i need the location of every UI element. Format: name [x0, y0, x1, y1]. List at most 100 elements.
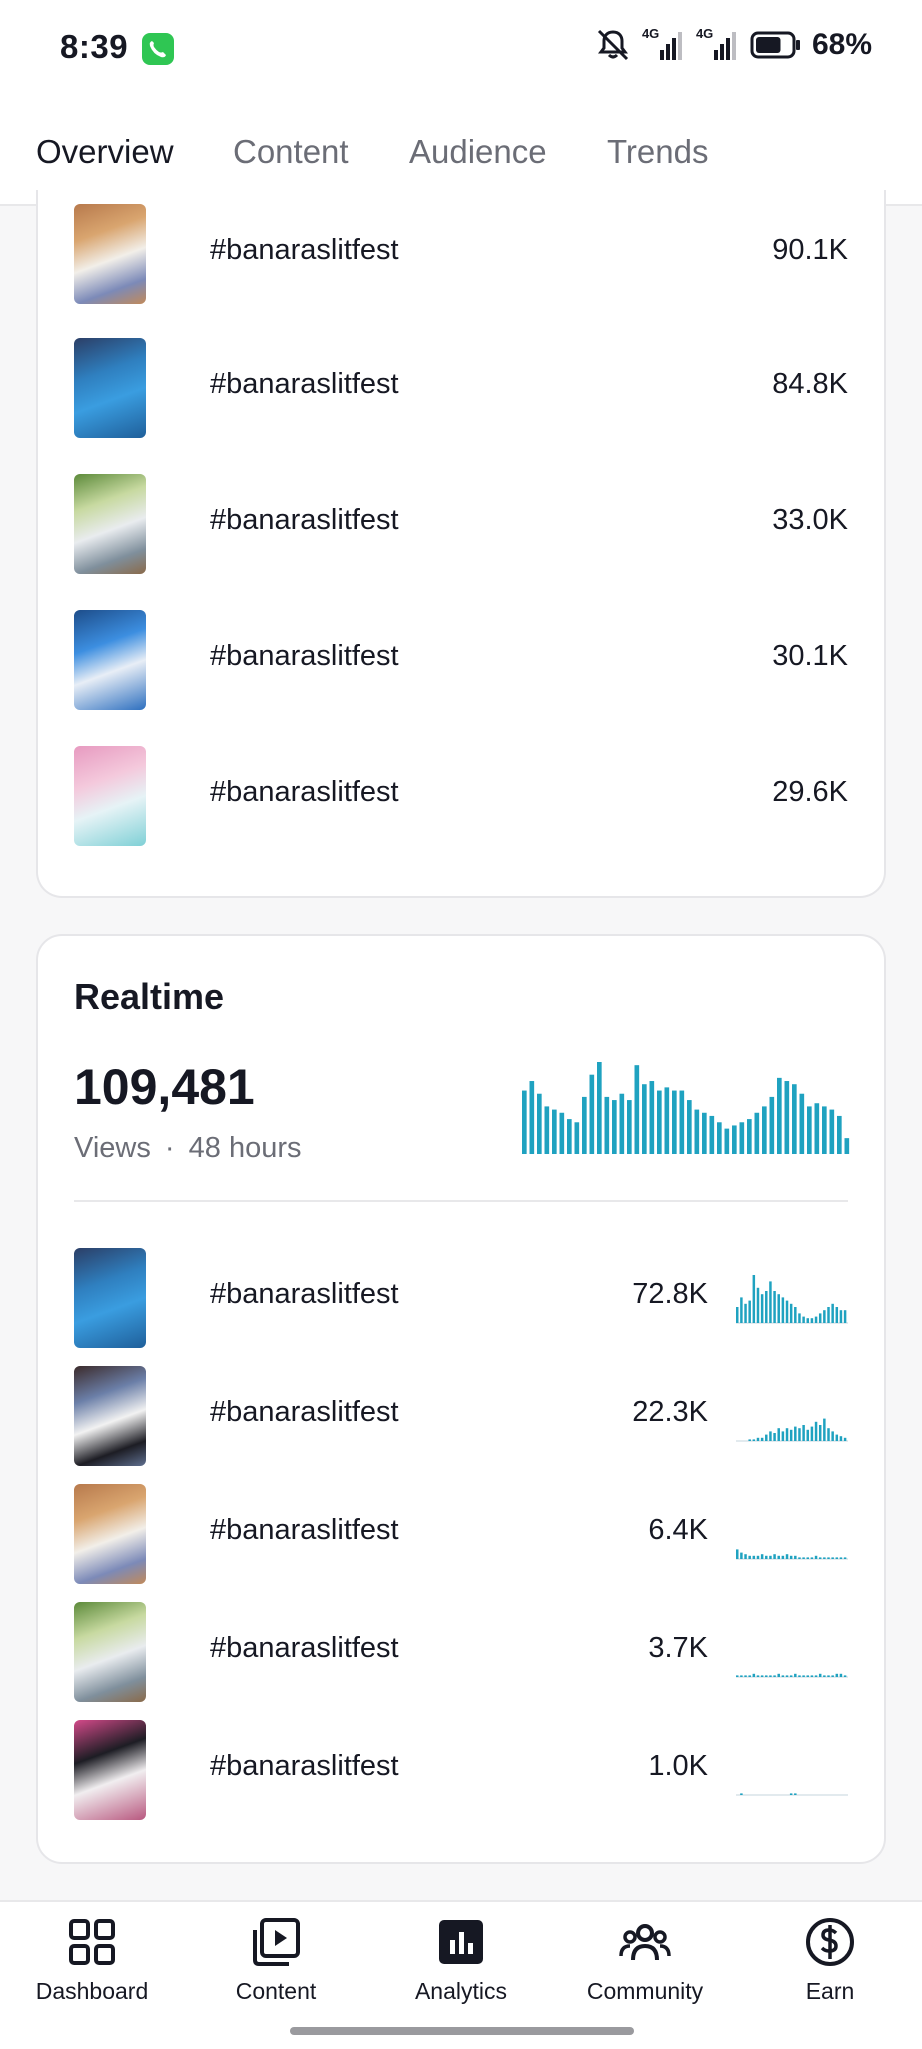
sparkline-bar — [794, 1673, 797, 1677]
tab-audience[interactable]: Audience — [409, 133, 547, 171]
sparkline-bar — [802, 1316, 805, 1323]
tab-trends[interactable]: Trends — [607, 133, 708, 171]
sparkline-bar — [843, 1675, 847, 1677]
sparkline-bar — [802, 1557, 805, 1559]
sparkline-bar — [752, 1555, 756, 1559]
sparkline-bar — [765, 1434, 768, 1441]
sparkline-bar — [839, 1436, 843, 1441]
video-row[interactable]: #banaraslitfest 84.8K — [74, 338, 848, 438]
video-title: #banaraslitfest — [210, 1278, 399, 1310]
sparkline-bar — [773, 1554, 776, 1559]
video-thumbnail — [74, 746, 146, 846]
nav-dashboard[interactable]: Dashboard — [12, 1916, 172, 2005]
silent-bell-icon — [597, 29, 629, 61]
sparkline-bar — [740, 1552, 743, 1559]
video-row[interactable]: #banaraslitfest 90.1K — [74, 204, 848, 304]
sparkline-bar — [744, 1675, 747, 1677]
realtime-video-row[interactable]: #banaraslitfest 22.3K — [74, 1366, 848, 1466]
video-views: 33.0K — [772, 504, 848, 536]
sparkline-bar — [748, 1675, 751, 1677]
sparkline-bar — [806, 1429, 810, 1441]
sparkline-bar — [835, 1557, 839, 1559]
call-icon — [142, 33, 174, 65]
sparkline-bar — [748, 1439, 751, 1441]
sparkline-bar — [769, 1555, 772, 1559]
sparkline-bar — [781, 1555, 785, 1559]
chart-bar — [567, 1119, 572, 1154]
realtime-video-row[interactable]: #banaraslitfest 72.8K — [74, 1248, 848, 1348]
sparkline-bar — [839, 1557, 843, 1559]
tab-overview[interactable]: Overview — [36, 133, 174, 171]
video-title: #banaraslitfest — [210, 1750, 399, 1782]
realtime-video-row[interactable]: #banaraslitfest 1.0K — [74, 1720, 848, 1820]
sparkline-bar — [740, 1793, 743, 1795]
video-sparkline — [736, 1793, 848, 1796]
sparkline-bar — [835, 1673, 839, 1677]
sparkline-bar — [752, 1275, 756, 1323]
sparkline-bar — [789, 1303, 793, 1323]
tab-content[interactable]: Content — [233, 133, 349, 171]
video-views: 30.1K — [772, 640, 848, 672]
chart-bar — [754, 1112, 760, 1154]
sparkline-bar — [765, 1555, 768, 1559]
dashboard-grid-icon — [69, 1919, 115, 1965]
realtime-video-row[interactable]: #banaraslitfest 3.7K — [74, 1602, 848, 1702]
video-views: 3.7K — [648, 1632, 708, 1664]
video-title: #banaraslitfest — [210, 640, 399, 672]
video-row[interactable]: #banaraslitfest 30.1K — [74, 610, 848, 710]
sparkline-bar — [785, 1675, 789, 1677]
chart-bar — [642, 1084, 647, 1154]
home-indicator — [290, 2027, 634, 2035]
realtime-card[interactable]: Realtime 109,481 Views · 48 hours #banar… — [36, 934, 886, 1864]
sparkline-bar — [760, 1294, 764, 1323]
chart-bar — [657, 1090, 662, 1154]
chart-bar — [687, 1100, 692, 1154]
sparkline-bar — [843, 1437, 847, 1441]
realtime-bar-chart — [522, 1062, 850, 1154]
sparkline-bar — [760, 1437, 764, 1441]
sparkline-bar — [831, 1557, 834, 1559]
sparkline-bar — [818, 1425, 822, 1441]
sparkline-bar — [752, 1673, 756, 1677]
sparkline-bar — [831, 1431, 834, 1441]
video-title: #banaraslitfest — [210, 1514, 399, 1546]
chart-bar — [822, 1106, 827, 1154]
sparkline-bar — [740, 1297, 743, 1323]
nav-content[interactable]: Content — [196, 1916, 356, 2005]
chart-bar — [559, 1112, 565, 1154]
realtime-video-row[interactable]: #banaraslitfest 6.4K — [74, 1484, 848, 1584]
nav-earn[interactable]: Earn — [750, 1916, 910, 2005]
chart-bar — [709, 1115, 715, 1154]
sparkline-bar — [818, 1557, 822, 1559]
sparkline-bar — [773, 1675, 776, 1677]
chart-bar — [619, 1093, 625, 1154]
sparkline-bar — [756, 1675, 760, 1677]
nav-community[interactable]: Community — [565, 1916, 725, 2005]
chart-bar — [544, 1106, 550, 1154]
chart-bar — [552, 1109, 557, 1154]
video-thumbnail — [74, 610, 146, 710]
nav-analytics[interactable]: Analytics — [381, 1916, 541, 2005]
video-row[interactable]: #banaraslitfest 29.6K — [74, 746, 848, 846]
sparkline-bar — [785, 1554, 789, 1559]
nav-label: Community — [586, 1978, 704, 2004]
video-title: #banaraslitfest — [210, 234, 399, 266]
sparkline-bar — [789, 1675, 793, 1677]
chart-bar — [582, 1096, 587, 1154]
video-sparkline — [736, 1275, 848, 1324]
sparkline-bar — [773, 1291, 776, 1323]
nav-label: Content — [235, 1978, 317, 2004]
video-views: 90.1K — [772, 234, 848, 266]
sparkline-bar — [789, 1555, 793, 1559]
sparkline-bar — [831, 1303, 834, 1323]
sparkline-bar — [789, 1793, 793, 1795]
sparkline-bar — [765, 1291, 768, 1323]
realtime-total-views: 109,481 — [74, 1059, 255, 1115]
chart-bar — [589, 1074, 595, 1154]
chart-bar — [769, 1096, 775, 1154]
video-row[interactable]: #banaraslitfest 33.0K — [74, 474, 848, 574]
chart-bar — [829, 1109, 835, 1154]
play-square-icon — [253, 1918, 300, 1966]
nav-label: Earn — [805, 1978, 855, 2004]
chart-bar — [522, 1090, 527, 1154]
